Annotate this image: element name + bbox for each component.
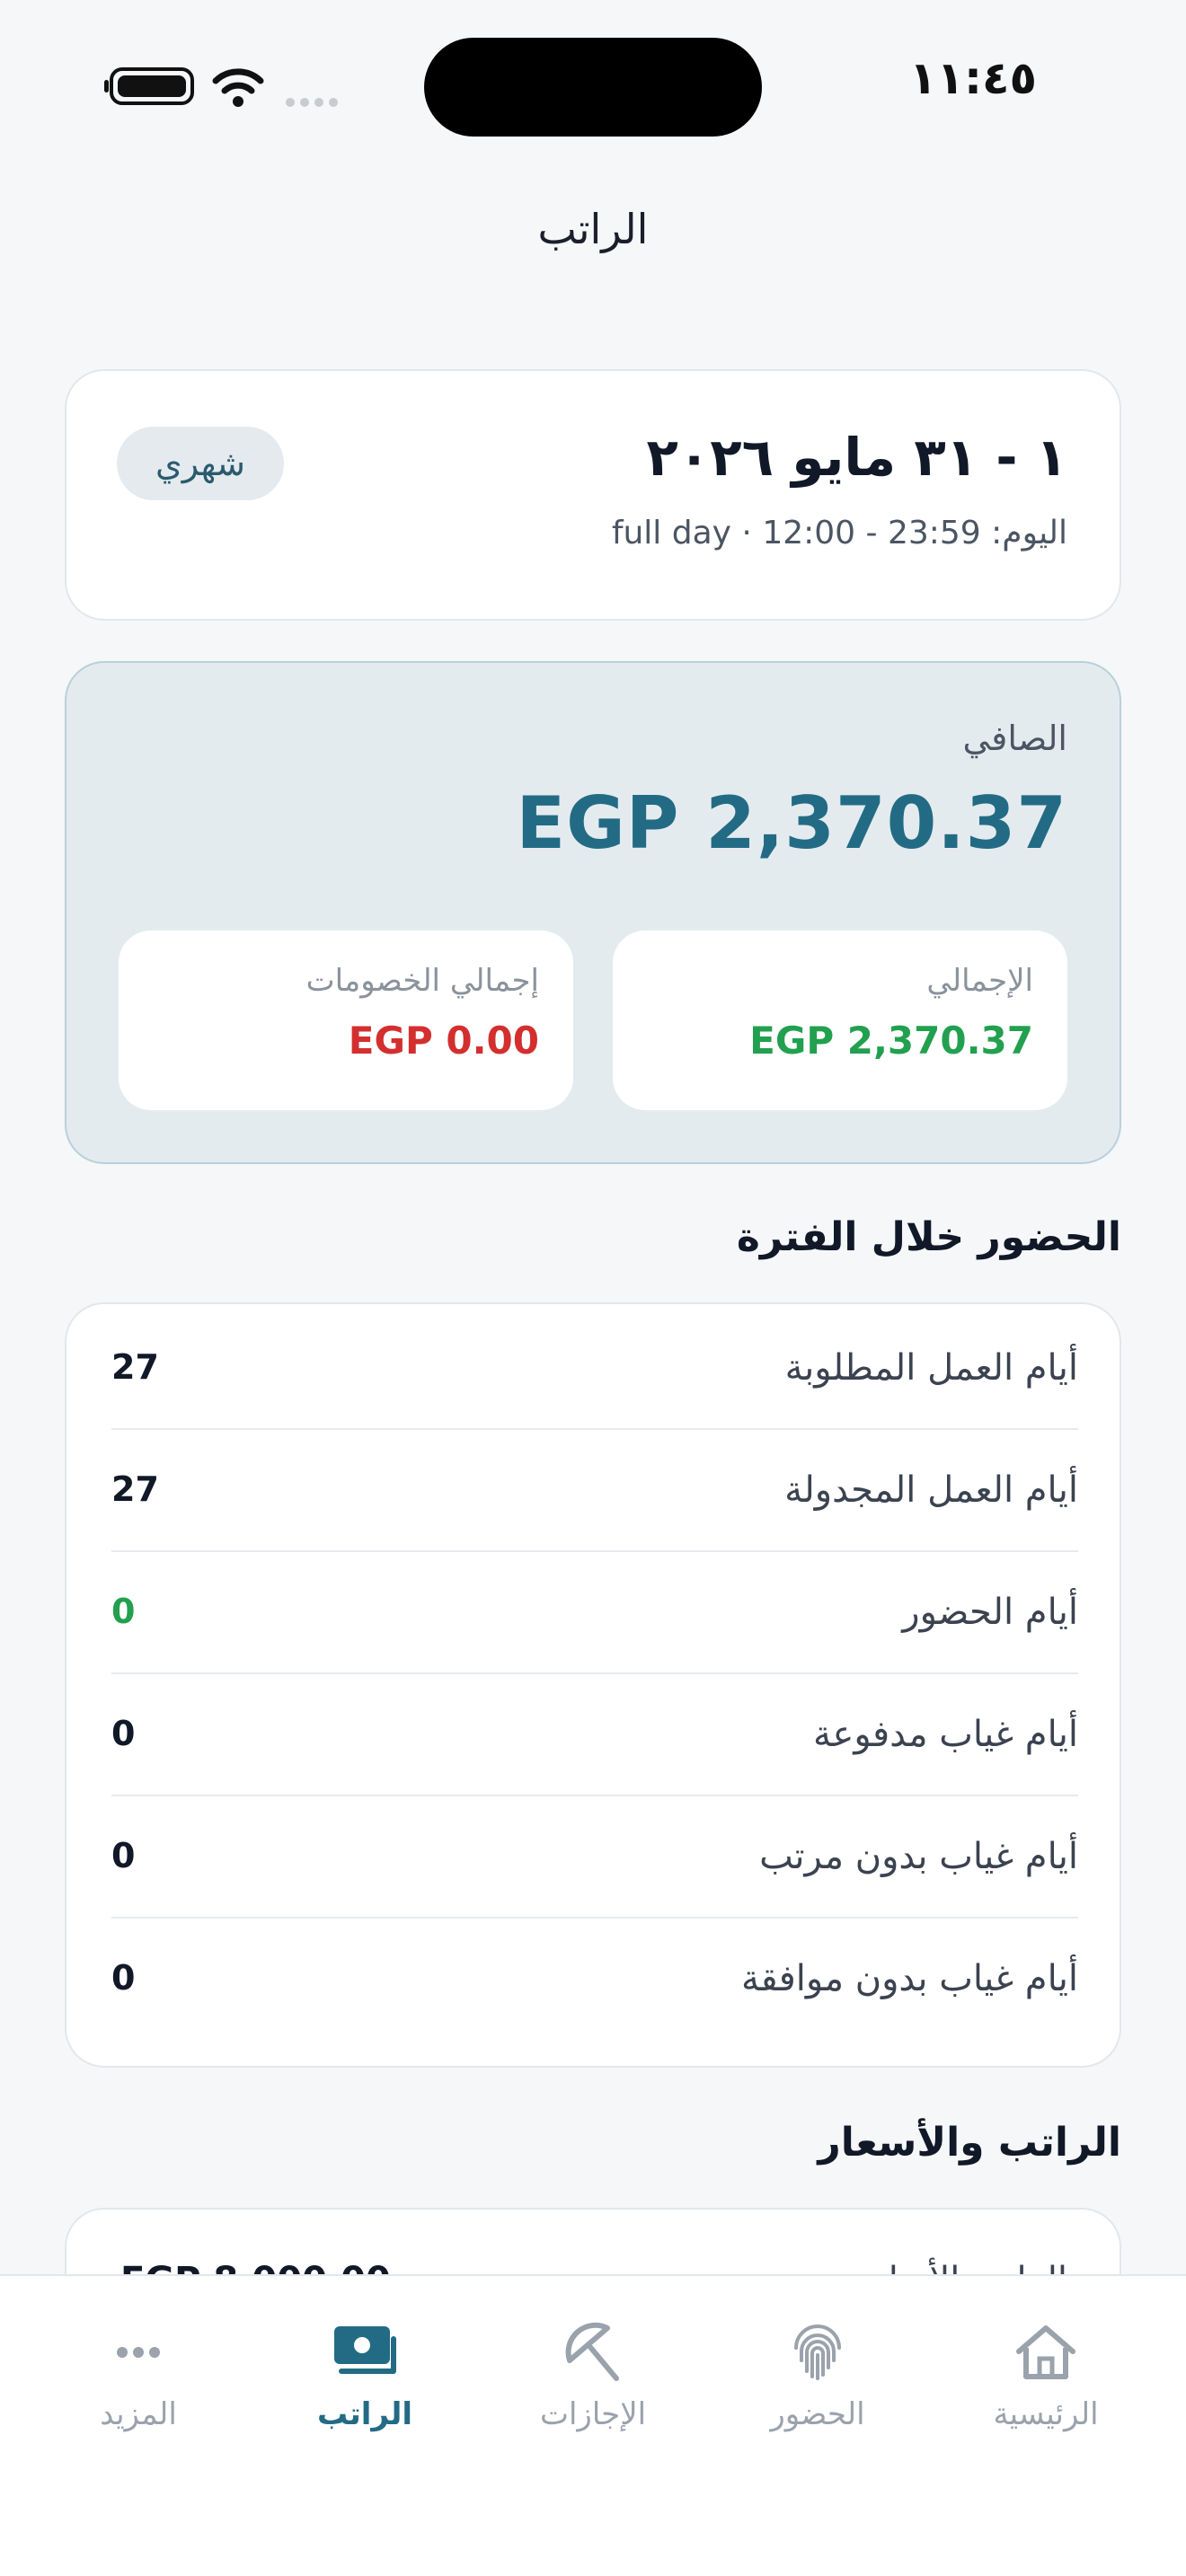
bottom-nav: الرئيسية الحضور الإجازات الراتب المزيد bbox=[0, 2274, 1186, 2576]
nav-label: الرئيسية bbox=[993, 2396, 1099, 2432]
gross-total-label: الإجمالي bbox=[926, 963, 1033, 999]
list-item: أيام غياب بدون موافقة 0 bbox=[111, 1919, 1078, 2041]
dynamic-island bbox=[424, 38, 762, 137]
status-bar: ١١:٤٥ bbox=[0, 0, 1186, 162]
row-value: 0 bbox=[111, 1592, 136, 1631]
attendance-heading: الحضور خلال الفترة bbox=[736, 1214, 1121, 1260]
list-item: أيام غياب بدون مرتب 0 bbox=[111, 1796, 1078, 1919]
status-time: ١١:٤٥ bbox=[909, 52, 1038, 104]
net-amount: EGP 2,370.37 bbox=[516, 781, 1067, 865]
nav-label: الإجازات bbox=[539, 2396, 647, 2432]
nav-item-attendance[interactable]: الحضور bbox=[728, 2321, 907, 2465]
salary-rates-heading: الراتب والأسعار bbox=[818, 2120, 1121, 2166]
row-value: 0 bbox=[111, 1836, 136, 1875]
row-value: 0 bbox=[111, 1958, 136, 1998]
deductions-value: EGP 0.00 bbox=[348, 1019, 539, 1063]
gross-total-card: الإجمالي EGP 2,370.37 bbox=[613, 931, 1067, 1110]
money-icon bbox=[334, 2326, 396, 2374]
net-label: الصافي bbox=[962, 719, 1067, 758]
nav-item-home[interactable]: الرئيسية bbox=[956, 2321, 1136, 2465]
deductions-label: إجمالي الخصومات bbox=[305, 963, 539, 999]
umbrella-icon bbox=[565, 2322, 619, 2381]
list-item: أيام غياب مدفوعة 0 bbox=[111, 1674, 1078, 1796]
attendance-list: أيام العمل المطلوبة 27 أيام العمل المجدو… bbox=[65, 1302, 1121, 2068]
period-shift-info: اليوم: 23:59 - 12:00 · full day bbox=[611, 515, 1067, 551]
row-value: 27 bbox=[111, 1347, 159, 1387]
nav-item-salary[interactable]: الراتب bbox=[275, 2321, 455, 2465]
row-label: أيام غياب بدون مرتب bbox=[759, 1836, 1078, 1877]
cellular-signal-icon bbox=[286, 93, 343, 110]
list-item: أيام العمل المطلوبة 27 bbox=[111, 1308, 1078, 1430]
row-value: 0 bbox=[111, 1714, 136, 1753]
nav-label: المزيد bbox=[100, 2396, 177, 2432]
fingerprint-icon bbox=[794, 2325, 841, 2380]
row-label: أيام غياب مدفوعة bbox=[813, 1714, 1078, 1755]
row-label: أيام العمل المطلوبة bbox=[784, 1347, 1078, 1389]
row-label: أيام الحضور bbox=[902, 1592, 1078, 1633]
page-title: الراتب bbox=[537, 205, 649, 253]
deductions-card: إجمالي الخصومات EGP 0.00 bbox=[119, 931, 573, 1110]
net-salary-card: الصافي EGP 2,370.37 الإجمالي EGP 2,370.3… bbox=[65, 661, 1121, 1164]
list-item: أيام العمل المجدولة 27 bbox=[111, 1430, 1078, 1552]
more-dots-icon bbox=[117, 2347, 160, 2358]
period-title: ١ - ٣١ مايو ٢٠٢٦ bbox=[646, 427, 1067, 488]
period-type-badge: شهري bbox=[117, 427, 284, 500]
row-label: أيام غياب بدون موافقة bbox=[741, 1958, 1078, 1999]
nav-label: الراتب bbox=[317, 2396, 412, 2432]
nav-item-leaves[interactable]: الإجازات bbox=[503, 2321, 683, 2465]
row-label: أيام العمل المجدولة bbox=[784, 1469, 1078, 1511]
period-card: ١ - ٣١ مايو ٢٠٢٦ اليوم: 23:59 - 12:00 · … bbox=[65, 369, 1121, 621]
gross-total-value: EGP 2,370.37 bbox=[749, 1019, 1033, 1063]
nav-label: الحضور bbox=[770, 2396, 865, 2432]
home-icon bbox=[1016, 2325, 1075, 2379]
battery-icon bbox=[104, 67, 194, 105]
wifi-icon bbox=[212, 68, 264, 107]
list-item: أيام الحضور 0 bbox=[111, 1552, 1078, 1674]
row-value: 27 bbox=[111, 1469, 159, 1509]
nav-item-more[interactable]: المزيد bbox=[49, 2321, 228, 2465]
